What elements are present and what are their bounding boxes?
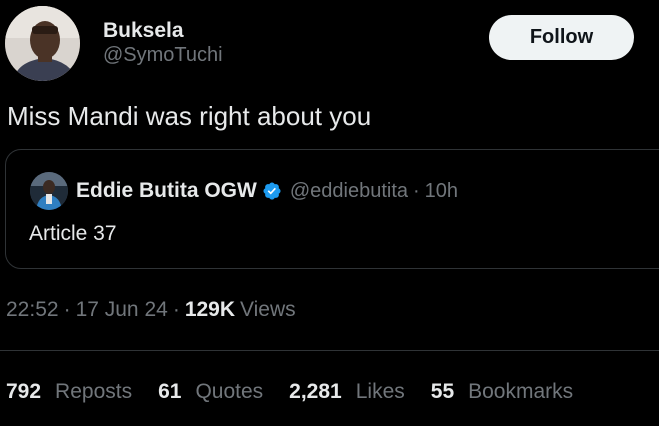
quoted-author-handle[interactable]: @eddiebutita: [290, 180, 408, 203]
quotes-count: 61: [158, 380, 182, 403]
tweet-time[interactable]: 22:52: [6, 298, 59, 322]
bookmarks-stat[interactable]: 55 Bookmarks: [431, 380, 573, 404]
bookmarks-label: Bookmarks: [468, 380, 574, 403]
quoted-tweet-time[interactable]: 10h: [425, 180, 458, 203]
author-avatar-image: [5, 6, 80, 81]
views-count: 129K: [184, 298, 236, 321]
quoted-separator: ·: [413, 179, 420, 202]
likes-label: Likes: [355, 380, 405, 403]
author-handle[interactable]: @SymoTuchi: [103, 43, 223, 67]
tweet-text: Miss Mandi was right about you: [7, 101, 372, 131]
likes-count: 2,281: [289, 380, 342, 403]
author-name[interactable]: Buksela: [103, 18, 223, 43]
verified-badge-icon: [262, 181, 282, 201]
tweet-date[interactable]: 17 Jun 24: [76, 298, 168, 322]
quoted-tweet[interactable]: Eddie Butita OGW @eddiebutita · 10h Arti…: [5, 149, 659, 269]
likes-stat[interactable]: 2,281 Likes: [289, 380, 405, 404]
tweet-container: Buksela @SymoTuchi Follow Miss Mandi was…: [0, 0, 659, 426]
reposts-count: 792: [6, 380, 42, 403]
author-avatar[interactable]: [5, 6, 80, 81]
divider: [0, 350, 659, 351]
follow-button[interactable]: Follow: [489, 15, 634, 60]
author-info[interactable]: Buksela @SymoTuchi: [103, 18, 223, 67]
quoted-author-avatar-image: [30, 172, 68, 210]
meta-separator: ·: [63, 298, 71, 321]
quotes-stat[interactable]: 61 Quotes: [158, 380, 263, 404]
quoted-author-avatar[interactable]: [30, 172, 68, 210]
engagement-stats: 792 Reposts 61 Quotes 2,281 Likes 55 Boo…: [6, 380, 573, 404]
quoted-author-name[interactable]: Eddie Butita OGW: [76, 179, 257, 203]
tweet-meta: 22:52 · 17 Jun 24 · 129K Views: [6, 298, 296, 322]
reposts-stat[interactable]: 792 Reposts: [6, 380, 132, 404]
quotes-label: Quotes: [195, 380, 264, 403]
views-label: Views: [240, 298, 296, 321]
reposts-label: Reposts: [55, 380, 133, 403]
bookmarks-count: 55: [430, 380, 455, 403]
quoted-tweet-header: Eddie Butita OGW @eddiebutita · 10h: [30, 172, 458, 210]
meta-separator: ·: [172, 298, 180, 321]
quoted-tweet-text: Article 37: [29, 222, 117, 245]
